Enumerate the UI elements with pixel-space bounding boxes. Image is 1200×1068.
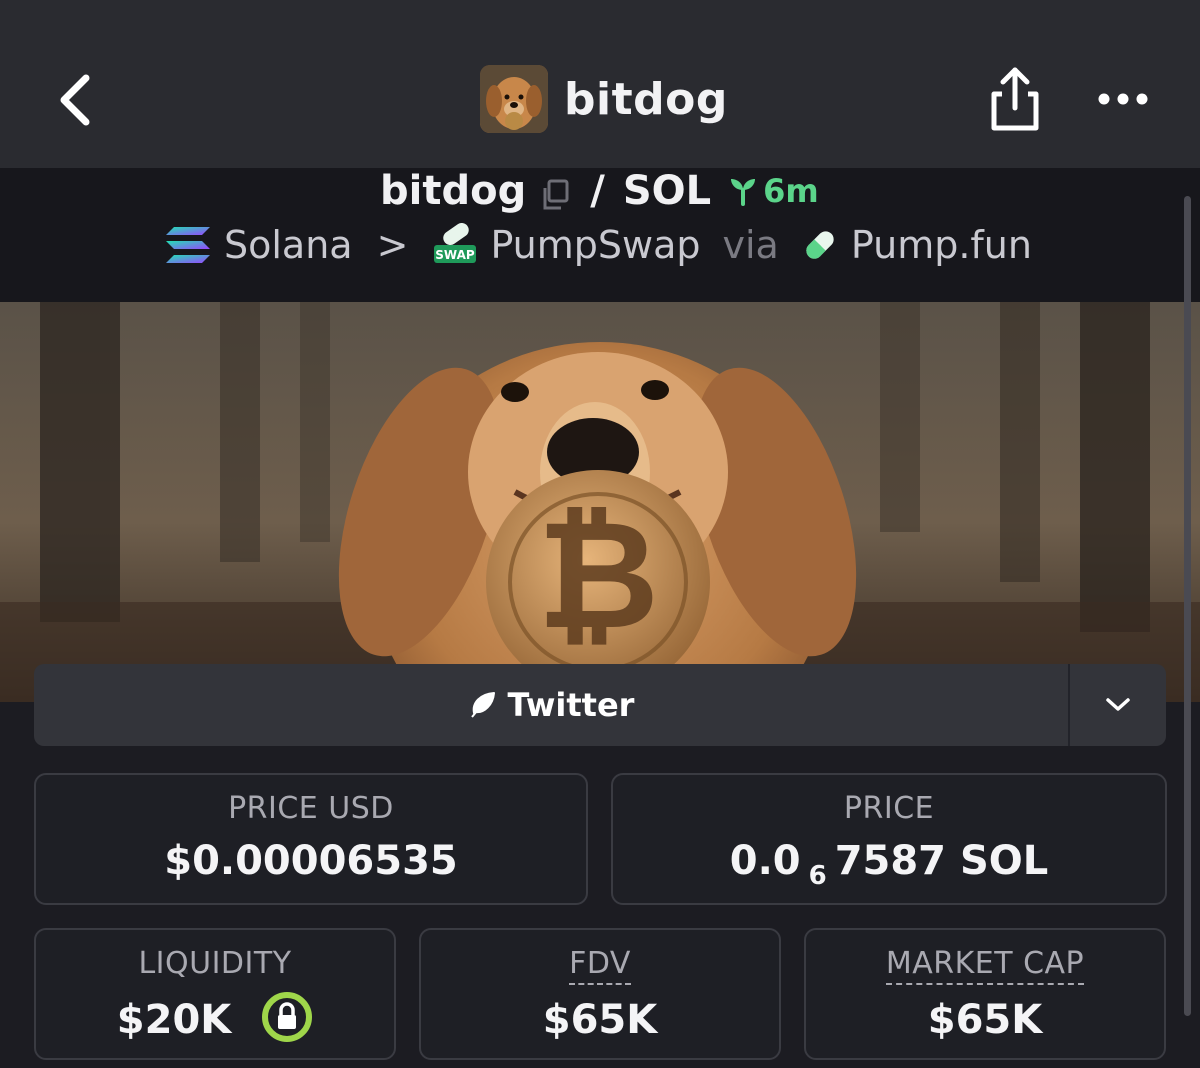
fdv-value: $65K	[542, 997, 658, 1043]
price-native-suffix: 7587 SOL	[834, 838, 1049, 884]
pill-icon	[801, 226, 839, 264]
back-button[interactable]	[52, 72, 102, 128]
quote-token: SOL	[622, 168, 712, 214]
top-nav-bar: bitdog	[0, 0, 1200, 168]
chevron-left-icon	[60, 74, 90, 126]
price-usd-value: $0.00006535	[164, 838, 458, 884]
via-text: via	[722, 223, 779, 267]
base-token: bitdog	[380, 168, 527, 214]
liquidity-value: $20K	[116, 997, 232, 1043]
liquidity-value-row: $20K	[36, 991, 394, 1053]
token-avatar	[480, 65, 548, 133]
price-native-value: 0.0 6 7587 SOL	[613, 838, 1165, 891]
pair-title: bitdog / SOL 6m	[380, 166, 819, 216]
price-usd-label: PRICE USD	[228, 791, 394, 826]
chevron-down-icon	[1106, 698, 1130, 711]
pumpswap-icon: SWAP	[432, 223, 478, 267]
share-button[interactable]	[988, 64, 1042, 134]
fdv-label[interactable]: FDV	[569, 946, 631, 985]
market-cap-card: MARKET CAP $65K	[804, 928, 1166, 1060]
nav-title: bitdog	[564, 73, 728, 125]
dex-link[interactable]: PumpSwap	[490, 223, 700, 267]
swap-badge-text: SWAP	[436, 248, 476, 262]
breadcrumb-separator: >	[376, 223, 409, 267]
share-icon	[991, 67, 1039, 131]
twitter-button[interactable]: Twitter	[34, 664, 1068, 746]
price-usd-card: PRICE USD $0.00006535	[34, 773, 588, 905]
social-links-bar: Twitter	[34, 664, 1166, 746]
token-banner-image: ₿	[0, 302, 1200, 702]
fdv-card: FDV $65K	[419, 928, 781, 1060]
chain-link[interactable]: Solana	[224, 223, 353, 267]
market-cap-label[interactable]: MARKET CAP	[885, 946, 1085, 985]
feather-icon	[468, 691, 496, 719]
price-native-label: PRICE	[843, 791, 935, 826]
social-dropdown-button[interactable]	[1068, 664, 1166, 746]
price-native-subscript: 6	[808, 861, 827, 891]
price-native-card: PRICE 0.0 6 7587 SOL	[611, 773, 1167, 905]
svg-text:₿: ₿	[537, 489, 659, 663]
sprout-icon	[731, 179, 756, 206]
solana-icon	[164, 225, 212, 265]
more-options-button[interactable]	[1096, 86, 1152, 112]
liquidity-label: LIQUIDITY	[138, 946, 292, 981]
more-horizontal-icon	[1098, 93, 1148, 105]
breadcrumb: Solana > SWAP PumpSwap via Pump.fun	[164, 220, 1032, 270]
lock-icon[interactable]	[261, 991, 313, 1053]
market-cap-value: $65K	[927, 997, 1043, 1043]
pair-age-text: 6m	[763, 172, 819, 210]
pair-info: bitdog / SOL 6m Solana > SWAP PumpSwap v…	[0, 168, 1200, 302]
scrollbar[interactable]	[1184, 196, 1191, 1016]
price-native-prefix: 0.0	[729, 838, 801, 884]
pair-slash: /	[590, 168, 605, 214]
copy-icon[interactable]	[540, 175, 570, 210]
launchpad-link[interactable]: Pump.fun	[851, 223, 1032, 267]
twitter-label: Twitter	[507, 686, 635, 724]
liquidity-card: LIQUIDITY $20K	[34, 928, 396, 1060]
nav-title-group: bitdog	[480, 64, 728, 134]
pair-age: 6m	[729, 172, 819, 210]
